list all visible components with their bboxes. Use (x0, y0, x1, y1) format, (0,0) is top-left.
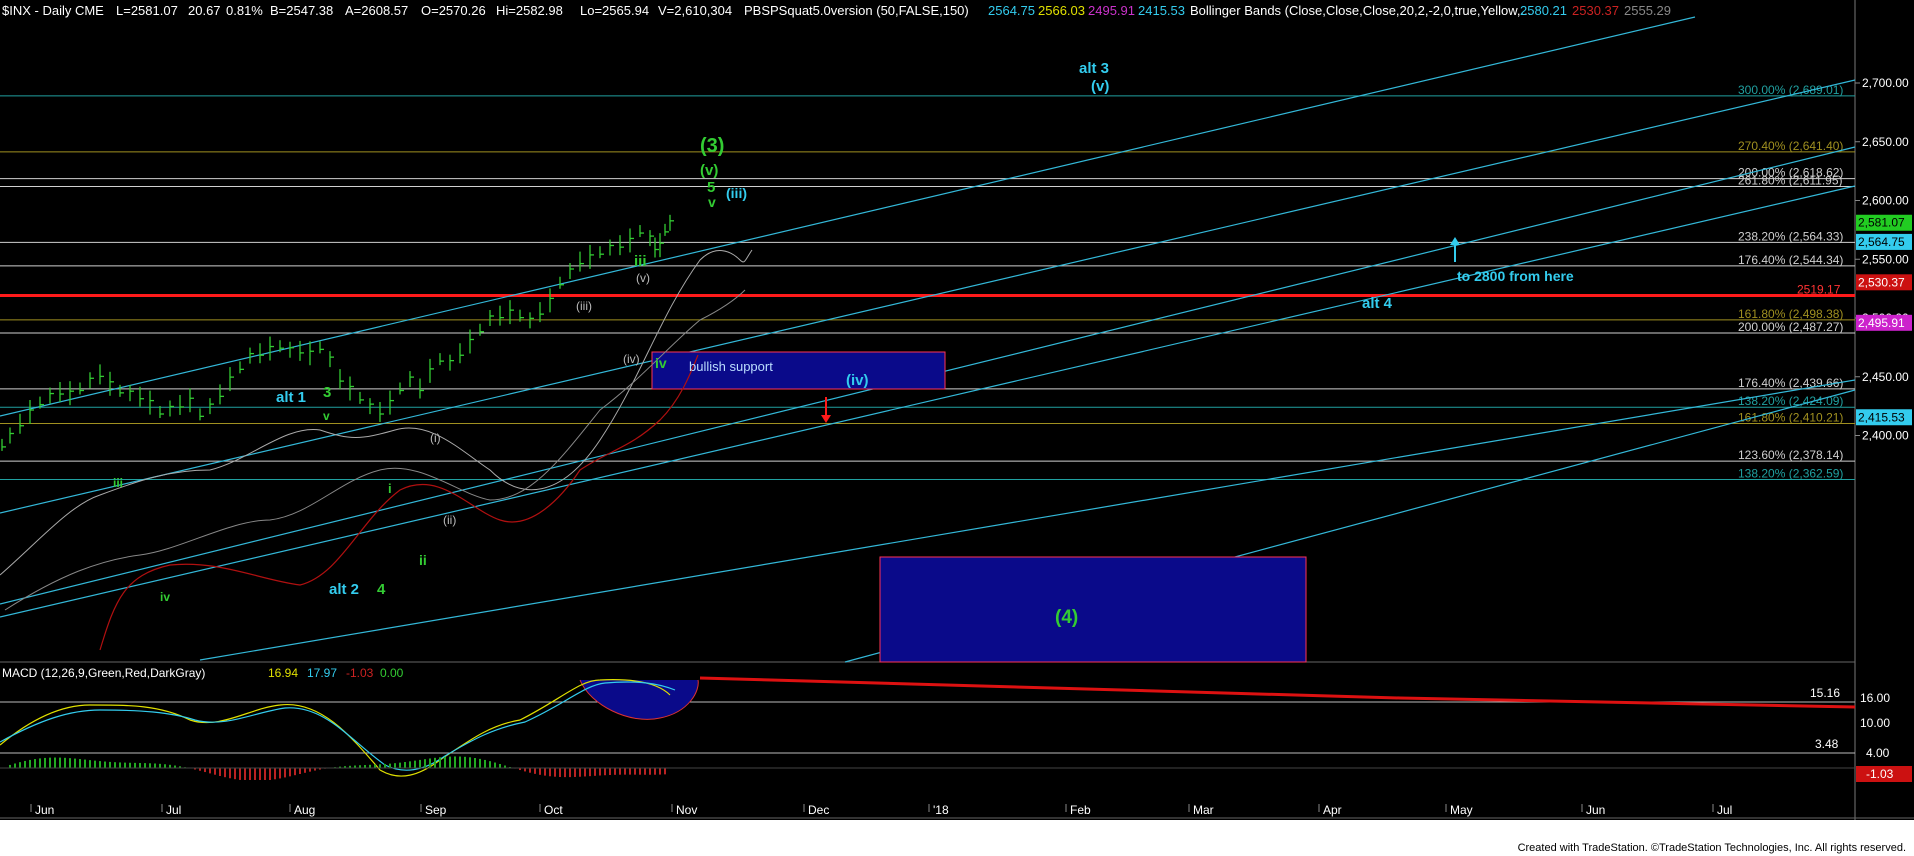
target-2800-label: to 2800 from here (1457, 268, 1574, 284)
chart-background (0, 0, 1914, 856)
wave-label-alt4: alt 4 (1362, 295, 1393, 312)
x-tick-label-9: Mar (1193, 803, 1214, 817)
wave-label-4-primary: (4) (1055, 607, 1078, 628)
wave-label-iv-cyan: (iv) (846, 372, 869, 389)
macd-val-2: 17.97 (307, 666, 337, 680)
y-tick-label-1: 2,650.00 (1862, 135, 1909, 149)
header-study2-val-2: 2530.37 (1572, 3, 1619, 18)
wave-label-iii-cyan: (iii) (726, 185, 747, 201)
header-study1-val-1: 2564.75 (988, 3, 1035, 18)
x-tick-label-8: Feb (1070, 803, 1091, 817)
header-study1-val-2: 2566.03 (1038, 3, 1085, 18)
wave-label-4-minor: 4 (377, 581, 386, 598)
wave-label-3-primary: (3) (700, 135, 724, 157)
x-tick-label-3: Sep (425, 803, 447, 817)
fib-label-3: 261.80% (2,611.95) (1738, 173, 1843, 187)
fib-label-12: 123.60% (2,378.14) (1738, 448, 1843, 462)
header-volume: V=2,610,304 (658, 3, 732, 18)
wave-label-alt3-v: (v) (1091, 78, 1109, 95)
x-tick-label-10: Apr (1323, 803, 1342, 817)
wave-label-i-gray: (i) (430, 431, 441, 445)
header-ask: A=2608.57 (345, 3, 408, 18)
fib-label-4: 238.20% (2,564.33) (1738, 229, 1843, 243)
wave-label-v-gray: (v) (636, 271, 650, 285)
header-study1-val-4: 2415.53 (1138, 3, 1185, 18)
y-tick-label-2: 2,600.00 (1862, 194, 1909, 208)
price-marker-label-0: 2,581.07 (1858, 216, 1905, 230)
fib-label-9: 176.40% (2,439.66) (1738, 376, 1843, 390)
chart-root: $INX - Daily CME L=2581.07 20.67 0.81% B… (0, 0, 1914, 856)
wave-label-iv-early: iv (160, 590, 170, 604)
macd-title: MACD (12,26,9,Green,Red,DarkGray) (2, 666, 205, 680)
macd-label-1516: 15.16 (1810, 686, 1840, 700)
header-symbol: $INX - Daily CME (2, 3, 104, 18)
header-study2: Bollinger Bands (Close,Close,Close,20,2,… (1190, 3, 1531, 18)
x-tick-label-11: May (1450, 803, 1473, 817)
wave-label-3-minor: 3 (323, 384, 331, 401)
x-tick-label-2: Aug (294, 803, 315, 817)
wave-label-iv-gray: (iv) (623, 352, 640, 366)
fib-label-13: 138.20% (2,362.59) (1738, 466, 1843, 480)
bullish-support-label: bullish support (689, 359, 773, 374)
x-tick-label-6: Dec (808, 803, 829, 817)
macd-tick-10: 10.00 (1860, 716, 1890, 730)
y-tick-label-3: 2,550.00 (1862, 252, 1909, 266)
wave-label-alt1: alt 1 (276, 389, 306, 406)
y-tick-label-0: 2,700.00 (1862, 76, 1909, 90)
x-tick-label-7: '18 (933, 803, 949, 817)
price-marker-label-3: 2,495.91 (1858, 316, 1905, 330)
x-tick-label-4: Oct (544, 803, 563, 817)
price-marker-label-2: 2,530.37 (1858, 275, 1905, 289)
y-tick-label-6: 2,400.00 (1862, 429, 1909, 443)
wave-label-iii-early: iii (113, 476, 123, 490)
header-study1: PBSPSquat5.0version (50,FALSE,150) (744, 3, 969, 18)
header-high: Hi=2582.98 (496, 3, 563, 18)
fib-label-5: 176.40% (2,544.34) (1738, 253, 1843, 267)
header-bar: $INX - Daily CME L=2581.07 20.67 0.81% B… (2, 3, 1671, 18)
header-study2-val-3: 2555.29 (1624, 3, 1671, 18)
y-tick-label-5: 2,450.00 (1862, 370, 1909, 384)
x-tick-label-13: Jul (1717, 803, 1732, 817)
wave-label-v-intermediate: (v) (700, 162, 718, 179)
wave-label-alt2: alt 2 (329, 581, 359, 598)
macd-val-1: 16.94 (268, 666, 298, 680)
wave-label-iii-gray: (iii) (576, 299, 592, 313)
wave-label-v-minor: v (708, 194, 716, 210)
wave-label-i-green: i (388, 481, 392, 496)
x-tick-label-0: Jun (35, 803, 54, 817)
header-open: O=2570.26 (421, 3, 486, 18)
macd-val-3: -1.03 (346, 666, 374, 680)
fib-label-6: 2519.17 (1797, 282, 1841, 296)
header-pct: 0.81% (226, 3, 263, 18)
header-change: 20.67 (188, 3, 221, 18)
header-study1-val-3: 2495.91 (1088, 3, 1135, 18)
macd-label-348: 3.48 (1815, 737, 1839, 751)
wave-label-ii-green: ii (419, 552, 427, 568)
macd-tick-16: 16.00 (1860, 691, 1890, 705)
wave-label-v-alt1: v (323, 409, 330, 423)
fib-label-10: 138.20% (2,424.09) (1738, 394, 1843, 408)
fib-label-8: 200.00% (2,487.27) (1738, 320, 1843, 334)
wave-4-target-box (879, 556, 1307, 663)
header-bid: B=2547.38 (270, 3, 333, 18)
wave-label-alt3: alt 3 (1079, 60, 1109, 77)
header-study2-val-1: 2580.21 (1520, 3, 1567, 18)
header-low: Lo=2565.94 (580, 3, 649, 18)
footer-bar: Created with TradeStation. ©TradeStation… (0, 820, 1914, 856)
macd-val-4: 0.00 (380, 666, 404, 680)
price-marker-label-1: 2,564.75 (1858, 235, 1905, 249)
x-tick-label-12: Jun (1586, 803, 1605, 817)
wave-label-iii-green: iii (634, 253, 647, 270)
macd-marker-neg-label: -1.03 (1866, 767, 1894, 781)
wave-label-ii-gray: (ii) (443, 513, 456, 527)
header-last: L=2581.07 (116, 3, 178, 18)
wave-label-iv-green: iv (655, 355, 667, 371)
price-marker-label-4: 2,415.53 (1858, 410, 1905, 424)
x-tick-label-1: Jul (166, 803, 181, 817)
x-tick-label-5: Nov (676, 803, 697, 817)
footer-credit: Created with TradeStation. ©TradeStation… (1517, 842, 1906, 854)
macd-tick-4: 4.00 (1866, 746, 1890, 760)
fib-label-7: 161.80% (2,498.38) (1738, 307, 1843, 321)
fib-label-1: 270.40% (2,641.40) (1738, 139, 1843, 153)
